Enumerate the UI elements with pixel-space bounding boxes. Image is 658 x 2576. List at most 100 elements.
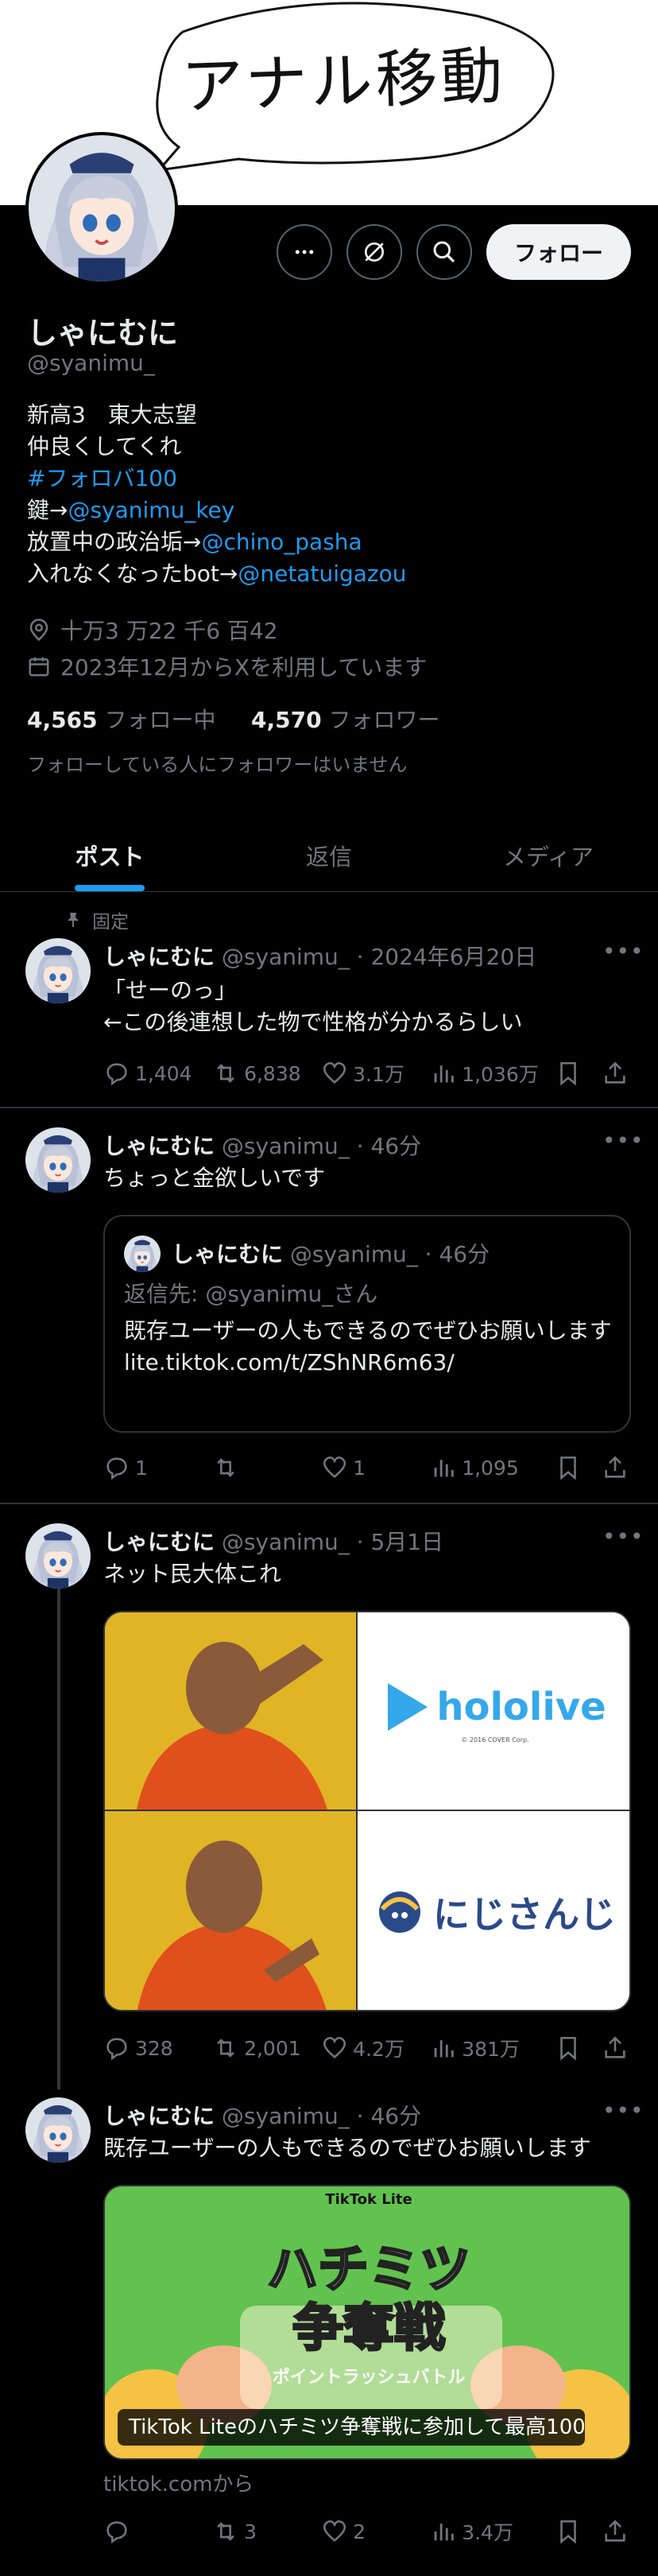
like-button[interactable]: 4.2万 <box>321 2034 430 2062</box>
bookmark-button[interactable] <box>555 1454 589 1481</box>
profile-joined: 2023年12月からXを利用しています <box>27 650 427 682</box>
tweet-text-line: 「せーのっ」 <box>103 977 238 1003</box>
bookmark-button[interactable] <box>555 2035 589 2062</box>
tweet-text: 「せーのっ」 ←この後連想した物で性格が分かるらしい <box>103 975 522 1038</box>
share-button[interactable] <box>602 2035 636 2062</box>
card-source[interactable]: tiktok.comから <box>103 2468 254 2497</box>
bio-bot-link[interactable]: @netatuigazou <box>238 561 406 587</box>
link-card[interactable]: TikTok Lite ハチミツ 争奪戦 ポイントラッシュバトル TikTok … <box>103 2185 631 2460</box>
tweet-actions: 1,404 6,838 3.1万 1,036万 <box>103 1056 636 1091</box>
avatar[interactable] <box>25 2097 91 2163</box>
profile-location: 十万3 万22 千6 百42 <box>27 614 278 646</box>
profile-tabs: ポスト 返信 メディア <box>0 819 658 892</box>
bio-pol-prefix: 放置中の政治垢→ <box>27 529 202 555</box>
like-count: 2 <box>353 2520 366 2543</box>
tweet-author-name[interactable]: しゃにむに <box>103 944 215 970</box>
quote-author-name: しゃにむに <box>172 1241 284 1267</box>
views-button[interactable]: 381万 <box>430 2034 555 2062</box>
views-button[interactable]: 1,036万 <box>430 1059 555 1088</box>
quote-reply-to: 返信先: @syanimu_さん <box>124 1281 378 1307</box>
pinned-label: 固定 <box>92 912 129 933</box>
joined-text: 2023年12月からXを利用しています <box>60 654 428 681</box>
reply-button[interactable] <box>103 2518 212 2545</box>
profile-bio: 新高3 東大志望 仲良くしてくれ #フォロバ100 鍵→@syanimu_key… <box>27 399 406 590</box>
nijisanji-logo-icon <box>379 1891 420 1933</box>
tab-media[interactable]: メディア <box>439 819 658 891</box>
share-icon <box>605 1456 625 1478</box>
card-title-line2: 争奪戦 <box>292 2299 447 2358</box>
following-label: フォロー中 <box>104 707 216 733</box>
location-text: 十万3 万22 千6 百42 <box>60 618 278 644</box>
reply-button[interactable]: 1,404 <box>103 1060 212 1087</box>
tweet-handle-time: @syanimu_ · 5月1日 <box>221 1529 444 1555</box>
like-count: 4.2万 <box>353 2038 404 2061</box>
view-count: 1,036万 <box>462 1063 539 1086</box>
search-button[interactable] <box>416 224 472 280</box>
tweet-more-icon[interactable]: ••• <box>602 938 644 964</box>
tweet-more-icon[interactable]: ••• <box>602 2097 644 2124</box>
followers-link[interactable]: 4,570 フォロワー <box>251 707 440 733</box>
tweet-header: しゃにむに @syanimu_ · 46分 <box>103 1129 421 1161</box>
profile-avatar[interactable] <box>25 132 178 285</box>
retweet-icon <box>217 1458 234 1477</box>
tweet-text: ちょっと金欲しいです <box>103 1165 326 1191</box>
bio-key-link[interactable]: @syanimu_key <box>68 497 234 523</box>
retweet-count: 2,001 <box>244 2036 301 2060</box>
tweet-author-name[interactable]: しゃにむに <box>103 1133 215 1159</box>
views-button[interactable]: 3.4万 <box>430 2517 555 2546</box>
bookmark-button[interactable] <box>555 2518 589 2545</box>
reply-button[interactable]: 328 <box>103 2035 212 2062</box>
tweet-header: しゃにむに @syanimu_ · 2024年6月20日 <box>103 940 536 972</box>
more-options-button[interactable] <box>277 224 332 280</box>
card-caption: TikTok Liteのハチミツ争奪戦に参加して最高100... <box>118 2409 585 2446</box>
bookmark-button[interactable] <box>555 1060 589 1087</box>
quoted-tweet[interactable]: しゃにむに @syanimu_ · 46分 返信先: @syanimu_さん 既… <box>103 1215 631 1433</box>
retweet-button[interactable] <box>212 1454 321 1481</box>
quote-link[interactable]: lite.tiktok.com/t/ZShNR6m63/ <box>124 1347 617 1379</box>
like-button[interactable]: 3.1万 <box>321 1059 430 1088</box>
quote-text-body: 既存ユーザーの人もできるのでぜひお願いします <box>124 1317 612 1344</box>
share-button[interactable] <box>602 1060 636 1087</box>
share-button[interactable] <box>602 2518 636 2545</box>
tab-posts[interactable]: ポスト <box>0 819 219 891</box>
profile-name: しゃにむに <box>27 316 179 351</box>
tweet-author-name[interactable]: しゃにむに <box>103 1529 215 1555</box>
tweet-header: しゃにむに @syanimu_ · 5月1日 <box>103 1525 443 1557</box>
tweet-actions: 3 2 3.4万 <box>103 2514 636 2549</box>
bio-pol-link[interactable]: @chino_pasha <box>201 529 362 555</box>
meme-panel-nijisanji: にじさんじ <box>358 1811 629 2010</box>
share-button[interactable] <box>602 1454 636 1481</box>
thread-connector-line <box>57 1581 60 2089</box>
retweet-count: 6,838 <box>244 1061 301 1085</box>
avatar[interactable] <box>25 938 91 1003</box>
views-button[interactable]: 1,095 <box>430 1454 555 1481</box>
meme-grid-divider <box>105 1810 629 1811</box>
reply-count: 1 <box>135 1456 148 1480</box>
tab-replies[interactable]: 返信 <box>219 819 439 891</box>
retweet-button[interactable]: 2,001 <box>212 2035 321 2062</box>
retweet-button[interactable]: 3 <box>212 2518 321 2545</box>
like-button[interactable]: 2 <box>321 2518 430 2545</box>
reply-button[interactable]: 1 <box>103 1454 212 1481</box>
tweet-handle-time: @syanimu_ · 46分 <box>221 2103 422 2129</box>
avatar[interactable] <box>25 1523 91 1589</box>
share-icon <box>605 1061 625 1084</box>
bio-hashtag-link[interactable]: #フォロバ100 <box>27 463 406 495</box>
tweet-more-icon[interactable]: ••• <box>602 1523 644 1550</box>
reply-icon <box>106 1457 127 1480</box>
meme-grid-divider <box>356 1612 358 2010</box>
avatar[interactable] <box>25 1127 91 1193</box>
tweet-image-meme[interactable]: hololive © 2016 COVER Corp. にじさんじ <box>103 1611 631 2012</box>
grok-button[interactable] <box>346 224 402 280</box>
tweet-author-name[interactable]: しゃにむに <box>103 2103 215 2129</box>
tweet-more-icon[interactable]: ••• <box>602 1127 644 1154</box>
following-link[interactable]: 4,565 フォロー中 <box>27 707 216 733</box>
card-brand: TikTok Lite <box>325 2191 412 2208</box>
meme-panel-approve <box>105 1811 356 2010</box>
followers-label: フォロワー <box>328 707 440 733</box>
bookmark-icon <box>560 2520 576 2544</box>
follow-button[interactable]: フォロー <box>486 224 631 280</box>
retweet-button[interactable]: 6,838 <box>212 1060 321 1087</box>
calendar-icon <box>29 657 49 677</box>
like-button[interactable]: 1 <box>321 1454 430 1481</box>
